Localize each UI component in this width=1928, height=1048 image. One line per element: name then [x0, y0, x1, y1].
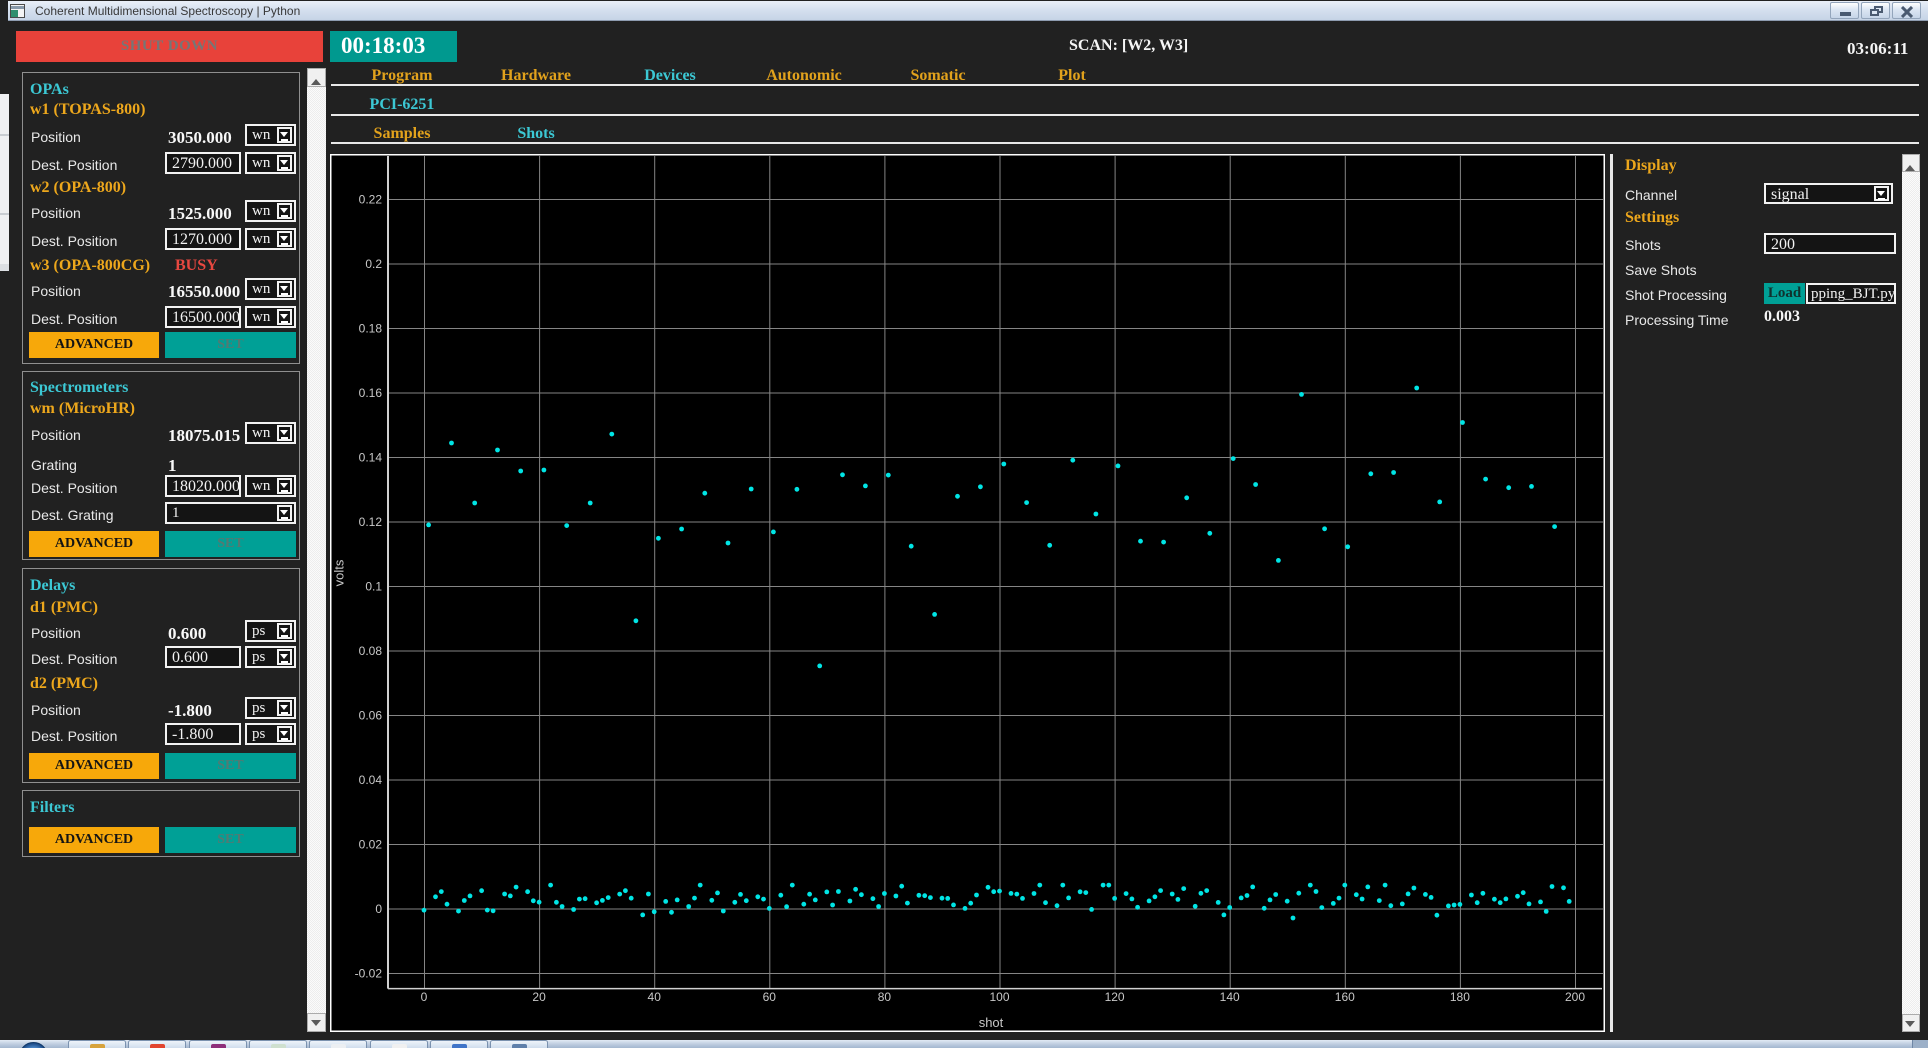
svg-text:volts: volts [332, 559, 347, 586]
svg-text:0.14: 0.14 [359, 451, 383, 465]
svg-text:0.18: 0.18 [359, 322, 383, 336]
svg-text:0.06: 0.06 [359, 709, 383, 723]
svg-text:140: 140 [1220, 990, 1240, 1004]
svg-text:-0.02: -0.02 [355, 967, 383, 981]
svg-text:0.1: 0.1 [365, 580, 382, 594]
svg-text:120: 120 [1105, 990, 1125, 1004]
svg-text:180: 180 [1450, 990, 1470, 1004]
svg-text:160: 160 [1335, 990, 1355, 1004]
svg-text:100: 100 [989, 990, 1009, 1004]
svg-text:0.16: 0.16 [359, 386, 383, 400]
svg-text:0: 0 [375, 902, 382, 916]
svg-text:0.22: 0.22 [359, 193, 383, 207]
svg-text:80: 80 [878, 990, 892, 1004]
svg-text:0.02: 0.02 [359, 838, 383, 852]
svg-text:shot: shot [979, 1015, 1004, 1030]
svg-text:0: 0 [421, 990, 428, 1004]
svg-text:0.12: 0.12 [359, 515, 383, 529]
svg-text:0.04: 0.04 [359, 773, 383, 787]
svg-text:200: 200 [1565, 990, 1585, 1004]
svg-text:0.08: 0.08 [359, 644, 383, 658]
svg-text:40: 40 [648, 990, 662, 1004]
svg-text:60: 60 [763, 990, 777, 1004]
svg-text:0.2: 0.2 [365, 257, 382, 271]
svg-text:20: 20 [532, 990, 546, 1004]
